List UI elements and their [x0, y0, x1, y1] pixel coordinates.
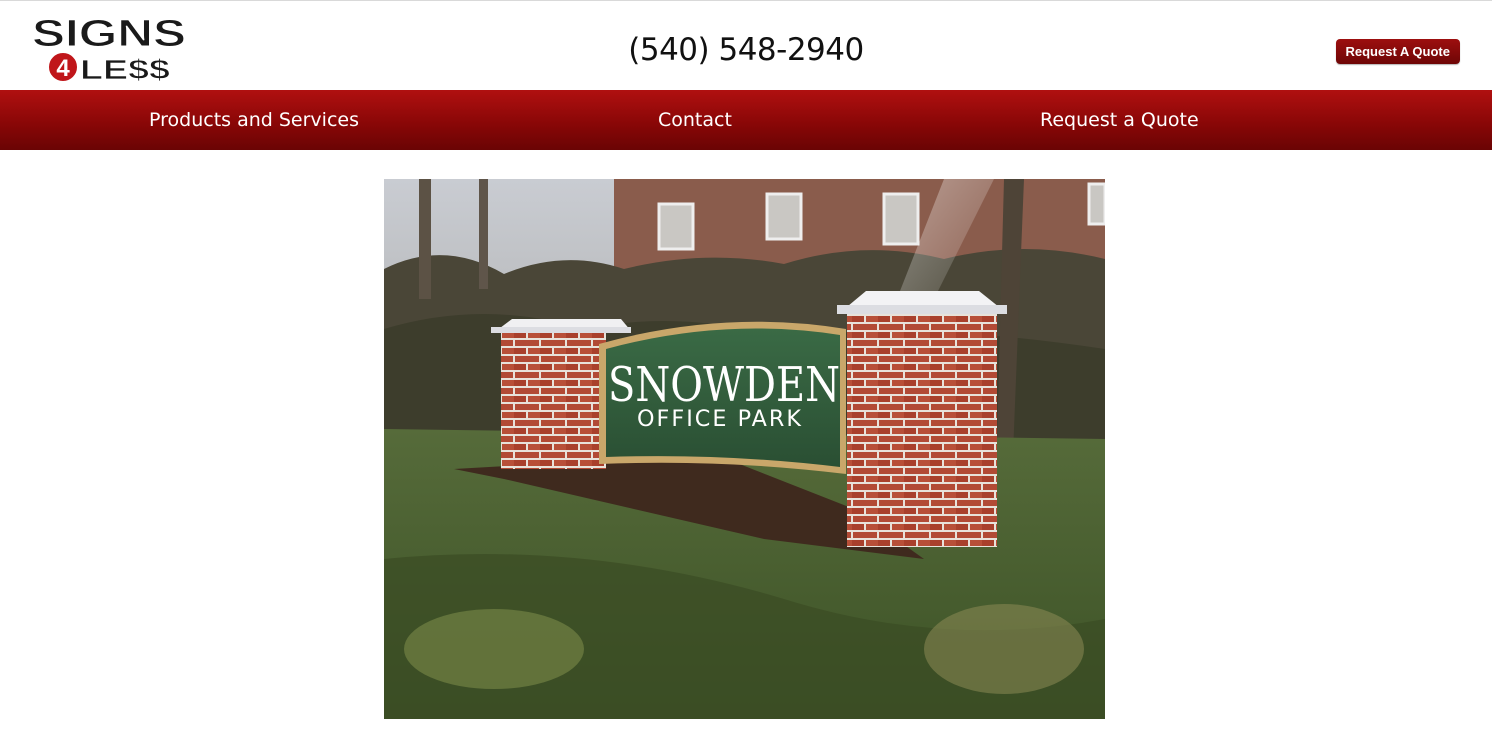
hero-photo: SNOWDEN OFFICE PARK [384, 179, 1105, 719]
sign-line-1: SNOWDEN [608, 357, 840, 413]
phone-number[interactable]: (540) 548-2940 [0, 32, 1492, 68]
main-nav: Products and Services Contact Request a … [0, 90, 1492, 150]
nav-item-contact[interactable]: Contact [658, 90, 732, 150]
nav-item-products-and-services[interactable]: Products and Services [149, 90, 359, 150]
site-header: SIGNS 4 LE$$ (540) 548-2940 Request A Qu… [0, 1, 1492, 90]
nav-item-request-a-quote[interactable]: Request a Quote [1040, 90, 1199, 150]
sign-line-2: OFFICE PARK [637, 407, 803, 432]
request-quote-button[interactable]: Request A Quote [1335, 39, 1460, 64]
